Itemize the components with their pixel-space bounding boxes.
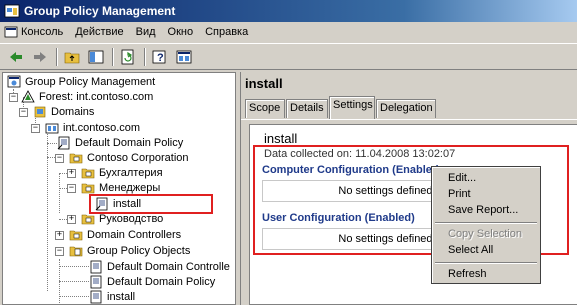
menu-item-refresh[interactable]: Refresh bbox=[448, 268, 487, 280]
highlight-box-install bbox=[89, 194, 213, 214]
gpo-container-icon bbox=[69, 246, 83, 257]
tab-strip: Scope Details Settings Delegation bbox=[241, 96, 577, 120]
tree-item-domain[interactable]: int.contoso.com bbox=[45, 120, 140, 136]
console-icon bbox=[4, 26, 18, 38]
menu-item-copy-selection: Copy Selection bbox=[448, 228, 522, 240]
ou-folder-icon bbox=[81, 168, 95, 179]
menu-item-save-report[interactable]: Save Report... bbox=[448, 204, 518, 216]
tree-item-domain-controllers[interactable]: Domain Controllers bbox=[69, 227, 181, 243]
forward-button[interactable] bbox=[30, 47, 50, 67]
tree-expand-toggle[interactable]: + bbox=[55, 231, 64, 240]
menu-separator bbox=[435, 222, 537, 224]
properties-button[interactable] bbox=[174, 47, 194, 67]
tree-item-default-domain-policy-link[interactable]: Default Domain Policy bbox=[57, 135, 183, 151]
tree-item-gpo-install[interactable]: install bbox=[89, 289, 135, 304]
menu-action[interactable]: Действие bbox=[75, 26, 123, 38]
show-hide-tree-button[interactable] bbox=[86, 47, 106, 67]
tab-scope[interactable]: Scope bbox=[245, 99, 285, 118]
tree-item-domains[interactable]: Domains bbox=[33, 104, 94, 120]
tree-expand-toggle[interactable]: + bbox=[67, 169, 76, 178]
tree-collapse-toggle[interactable]: − bbox=[55, 247, 64, 256]
toolbar: ? bbox=[0, 43, 577, 70]
tab-settings[interactable]: Settings bbox=[329, 96, 375, 119]
menu-window[interactable]: Окно bbox=[168, 26, 194, 38]
tab-delegation[interactable]: Delegation bbox=[376, 99, 436, 118]
menu-help[interactable]: Справка bbox=[205, 26, 248, 38]
up-folder-button[interactable] bbox=[62, 47, 82, 67]
help-icon: ? bbox=[152, 50, 166, 64]
forest-icon bbox=[21, 90, 35, 103]
tree-item-ou-buh[interactable]: Бухгалтерия bbox=[81, 165, 163, 181]
report-title: install bbox=[264, 131, 298, 146]
console-tree-icon bbox=[88, 50, 104, 63]
gpo-icon bbox=[90, 275, 102, 289]
menu-view[interactable]: Вид bbox=[136, 26, 156, 38]
details-title: install bbox=[241, 72, 577, 96]
console-tree: Group Policy Management − Forest: int.co… bbox=[2, 72, 236, 305]
toolbar-separator bbox=[112, 47, 114, 66]
title-bar: Group Policy Management bbox=[0, 0, 577, 22]
tree-item-gpo-container[interactable]: Group Policy Objects bbox=[69, 243, 190, 259]
refresh-button[interactable] bbox=[118, 47, 138, 67]
gpo-icon bbox=[90, 260, 102, 274]
menu-separator bbox=[435, 262, 537, 264]
back-arrow-icon bbox=[10, 51, 22, 62]
toolbar-separator bbox=[144, 47, 146, 66]
tab-details[interactable]: Details bbox=[286, 99, 328, 118]
tree-collapse-toggle[interactable]: − bbox=[9, 93, 18, 102]
menu-item-edit[interactable]: Edit... bbox=[448, 172, 476, 184]
properties-icon bbox=[176, 50, 192, 63]
forward-arrow-icon bbox=[34, 51, 46, 62]
gpmc-root-icon bbox=[7, 75, 21, 88]
gpo-icon bbox=[90, 290, 102, 304]
tree-item-gpo-default-dc[interactable]: Default Domain Controlle bbox=[89, 259, 230, 275]
tree-item-forest[interactable]: Forest: int.contoso.com bbox=[21, 89, 153, 105]
toolbar-separator bbox=[56, 47, 58, 66]
domains-icon bbox=[34, 106, 46, 118]
svg-text:?: ? bbox=[157, 52, 164, 64]
refresh-icon bbox=[121, 49, 134, 64]
menu-item-print[interactable]: Print bbox=[448, 188, 471, 200]
tree-expand-toggle[interactable]: + bbox=[67, 215, 76, 224]
help-button[interactable]: ? bbox=[150, 47, 170, 67]
tree-collapse-toggle[interactable]: − bbox=[31, 124, 40, 133]
context-menu: Edit... Print Save Report... Copy Select… bbox=[431, 166, 541, 284]
tree-collapse-toggle[interactable]: − bbox=[67, 184, 76, 193]
window-title: Group Policy Management bbox=[24, 4, 176, 18]
menu-item-select-all[interactable]: Select All bbox=[448, 244, 493, 256]
ou-folder-icon bbox=[69, 153, 83, 164]
tree-item-gpo-default-domain[interactable]: Default Domain Policy bbox=[89, 274, 215, 290]
ou-folder-icon bbox=[69, 230, 83, 241]
back-button[interactable] bbox=[6, 47, 26, 67]
menu-bar: Консоль Действие Вид Окно Справка bbox=[0, 22, 577, 42]
gpmc-window: Group Policy Management Консоль Действие… bbox=[0, 0, 577, 305]
ou-folder-icon bbox=[81, 183, 95, 194]
ou-folder-icon bbox=[81, 214, 95, 225]
tree-collapse-toggle[interactable]: − bbox=[55, 154, 64, 163]
gpmc-app-icon bbox=[4, 4, 20, 18]
menu-console[interactable]: Консоль bbox=[4, 25, 63, 39]
tree-collapse-toggle[interactable]: − bbox=[19, 108, 28, 117]
tree-item-contoso-ou[interactable]: Contoso Corporation bbox=[69, 150, 189, 166]
folder-up-icon bbox=[64, 52, 80, 63]
domain-icon bbox=[45, 123, 59, 134]
gpo-link-icon bbox=[57, 136, 70, 150]
tree-item-gpmc-root[interactable]: Group Policy Management bbox=[7, 74, 155, 90]
